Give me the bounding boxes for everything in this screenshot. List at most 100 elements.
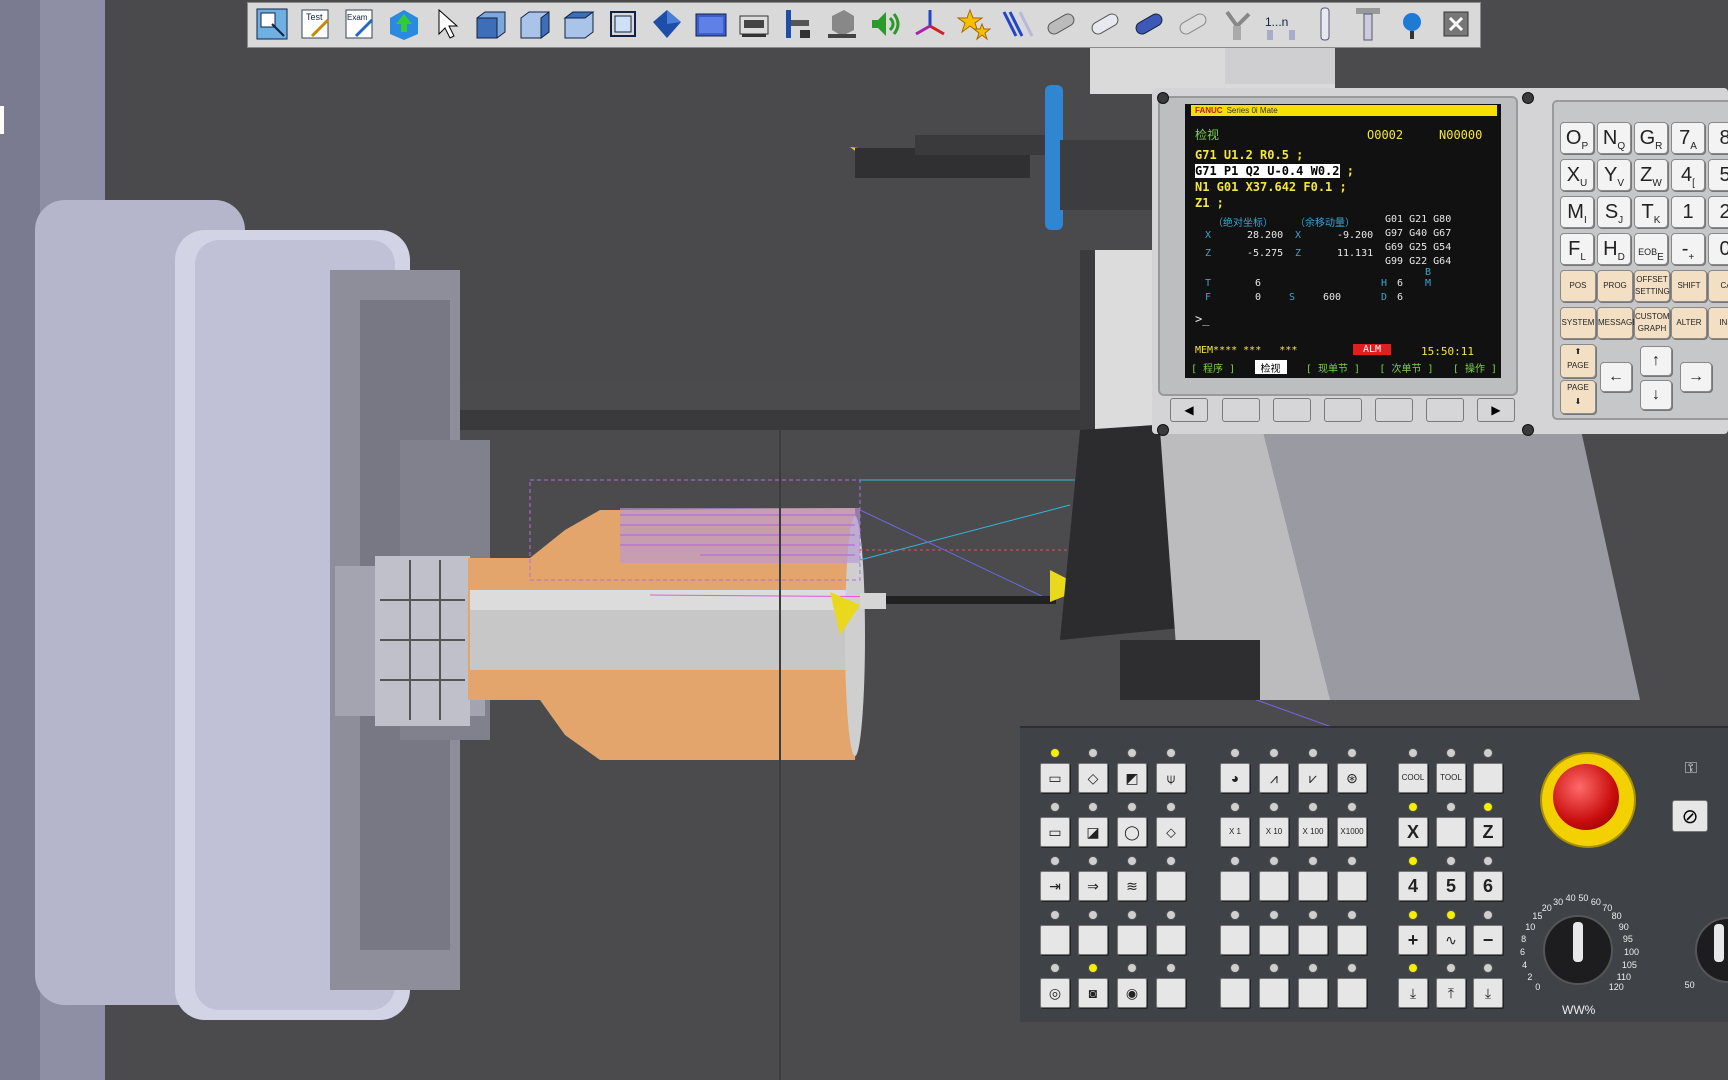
mode-button-4[interactable]: ⍦ xyxy=(1156,763,1186,793)
func-key-system[interactable]: SYSTEM xyxy=(1560,307,1596,339)
mode-button-17[interactable]: ◎ xyxy=(1040,978,1070,1008)
aux-lock-button[interactable]: ⤓ xyxy=(1473,978,1503,1008)
key-4[interactable]: 4[ xyxy=(1671,159,1705,191)
blank-button-b19[interactable] xyxy=(1337,978,1367,1008)
mode-button-19[interactable]: ◉ xyxy=(1117,978,1147,1008)
blank-button-b18[interactable] xyxy=(1298,978,1328,1008)
func-key-shift[interactable]: SHIFT xyxy=(1671,270,1707,302)
program-protect-switch[interactable]: ⊘ xyxy=(1672,800,1708,832)
cursor-left-key[interactable]: ← xyxy=(1600,362,1632,392)
blank-button-b8[interactable] xyxy=(1220,871,1250,901)
cursor-right-key[interactable]: → xyxy=(1680,362,1712,392)
jog-step-3[interactable]: X 100 xyxy=(1298,817,1328,847)
toolbar-button-tool-holder[interactable] xyxy=(1348,5,1388,45)
cursor-down-key[interactable]: ↓ xyxy=(1640,380,1672,410)
toolbar-button-cylinder-light[interactable] xyxy=(1173,5,1213,45)
func-key-alter[interactable]: ALTER xyxy=(1671,307,1707,339)
blank-button-b12[interactable] xyxy=(1220,925,1250,955)
coolant-button[interactable]: COOL xyxy=(1398,763,1428,793)
toolbar-button-blue-diamond[interactable] xyxy=(647,5,687,45)
softkey-label-next-block[interactable]: [ 次单节 ] xyxy=(1379,360,1433,375)
toolbar-button-cube-top[interactable] xyxy=(559,5,599,45)
mode-button-11[interactable]: ≋ xyxy=(1117,871,1147,901)
toolbar-button-blue-drop[interactable] xyxy=(1392,5,1432,45)
spindle-button-1[interactable]: ◕ xyxy=(1220,763,1250,793)
jog-5-button[interactable]: 5 xyxy=(1436,871,1466,901)
blank-button-a12[interactable] xyxy=(1156,871,1186,901)
blank-button-b14[interactable] xyxy=(1298,925,1328,955)
toolbar-button-speaker[interactable] xyxy=(866,5,906,45)
mode-button-1[interactable]: ▭ xyxy=(1040,763,1070,793)
spindle-button-4[interactable]: ⊛ xyxy=(1337,763,1367,793)
mode-button-7[interactable]: ◯ xyxy=(1117,817,1147,847)
softkey-label-operate[interactable]: [ 操作 ] xyxy=(1453,360,1497,375)
jog-step-1[interactable]: X 1 xyxy=(1220,817,1250,847)
blank-button-c1[interactable] xyxy=(1473,763,1503,793)
mode-button-2[interactable]: ◇ xyxy=(1078,763,1108,793)
axis-z-button[interactable]: Z xyxy=(1473,817,1503,847)
func-key-pos[interactable]: POS xyxy=(1560,270,1596,302)
key-x[interactable]: XU xyxy=(1560,159,1594,191)
key-t[interactable]: TK xyxy=(1634,196,1668,228)
mode-button-8[interactable]: ⬦ xyxy=(1156,817,1186,847)
toolbar-button-count[interactable]: 1...n xyxy=(1261,5,1301,45)
key-y[interactable]: YV xyxy=(1597,159,1631,191)
softkey-5[interactable] xyxy=(1426,398,1464,422)
toolbar-button-cylinder-blue[interactable] xyxy=(1129,5,1169,45)
blank-button-b11[interactable] xyxy=(1337,871,1367,901)
func-key-offset-setting[interactable]: OFFSET SETTING xyxy=(1634,270,1670,302)
spindle-button-2[interactable]: ⩘ xyxy=(1259,763,1289,793)
machine-lock-button[interactable]: ⤓ xyxy=(1398,978,1428,1008)
toolbar-button-gray-block[interactable] xyxy=(822,5,862,45)
toolbar-button-close[interactable] xyxy=(1436,5,1476,45)
toolbar-button-cube-side[interactable] xyxy=(515,5,555,45)
toolbar-button-cube-wireframe[interactable] xyxy=(603,5,643,45)
key-5[interactable]: 5 xyxy=(1708,159,1728,191)
emergency-stop-button[interactable] xyxy=(1553,764,1619,830)
func-key-custom-graph[interactable]: CUSTOM GRAPH xyxy=(1634,307,1670,339)
key--[interactable]: -+ xyxy=(1671,233,1705,265)
jog-6-button[interactable]: 6 xyxy=(1473,871,1503,901)
softkey-right-arrow[interactable]: ▶ xyxy=(1477,398,1515,422)
blank-button-b17[interactable] xyxy=(1259,978,1289,1008)
key-m[interactable]: MI xyxy=(1560,196,1594,228)
blank-button-a16[interactable] xyxy=(1156,925,1186,955)
toolbar-button-measure[interactable] xyxy=(778,5,818,45)
softkey-4[interactable] xyxy=(1375,398,1413,422)
toolbar-button-tool-path[interactable] xyxy=(998,5,1038,45)
blank-button-c2[interactable] xyxy=(1436,817,1466,847)
page-up-key[interactable]: ⬆ PAGE xyxy=(1560,344,1596,378)
mode-button-6[interactable]: ◪ xyxy=(1078,817,1108,847)
toolbar-button-rod[interactable] xyxy=(1305,5,1345,45)
page-down-key[interactable]: PAGE ⬇ xyxy=(1560,380,1596,414)
toolbar-button-stars[interactable] xyxy=(954,5,994,45)
jog-step-2[interactable]: X 10 xyxy=(1259,817,1289,847)
softkey-1[interactable] xyxy=(1222,398,1260,422)
mode-button-3[interactable]: ◩ xyxy=(1117,763,1147,793)
func-key-ca[interactable]: CA xyxy=(1708,270,1728,302)
toolbar-button-cylinder-gray[interactable] xyxy=(1041,5,1081,45)
key-7[interactable]: 7A xyxy=(1671,122,1705,154)
toolbar-button-cube-front[interactable] xyxy=(471,5,511,45)
toolbar-button-test-edit[interactable]: Test xyxy=(296,5,336,45)
mode-button-18[interactable]: ◙ xyxy=(1078,978,1108,1008)
toolbar-button-axes[interactable] xyxy=(910,5,950,45)
key-0[interactable]: 0 xyxy=(1708,233,1728,265)
spindle-override-dial[interactable] xyxy=(1664,900,1728,1020)
func-key-message[interactable]: MESSAGE xyxy=(1597,307,1638,339)
softkey-label-current-block[interactable]: [ 现单节 ] xyxy=(1306,360,1360,375)
key-s[interactable]: SJ xyxy=(1597,196,1631,228)
key-8[interactable]: 8 xyxy=(1708,122,1728,154)
blank-button-b16[interactable] xyxy=(1220,978,1250,1008)
toolbar-button-exam-edit[interactable]: Exam xyxy=(340,5,380,45)
key-z[interactable]: ZW xyxy=(1634,159,1668,191)
key-f[interactable]: FL xyxy=(1560,233,1594,265)
blank-button-a14[interactable] xyxy=(1078,925,1108,955)
toolbar-button-upload-cube[interactable] xyxy=(384,5,424,45)
softkey-3[interactable] xyxy=(1324,398,1362,422)
blank-button-a15[interactable] xyxy=(1117,925,1147,955)
toolbar-button-rectangle-view[interactable] xyxy=(691,5,731,45)
toolbar-button-fixture[interactable] xyxy=(1217,5,1257,45)
blank-button-a20[interactable] xyxy=(1156,978,1186,1008)
key-2[interactable]: 2 xyxy=(1708,196,1728,228)
